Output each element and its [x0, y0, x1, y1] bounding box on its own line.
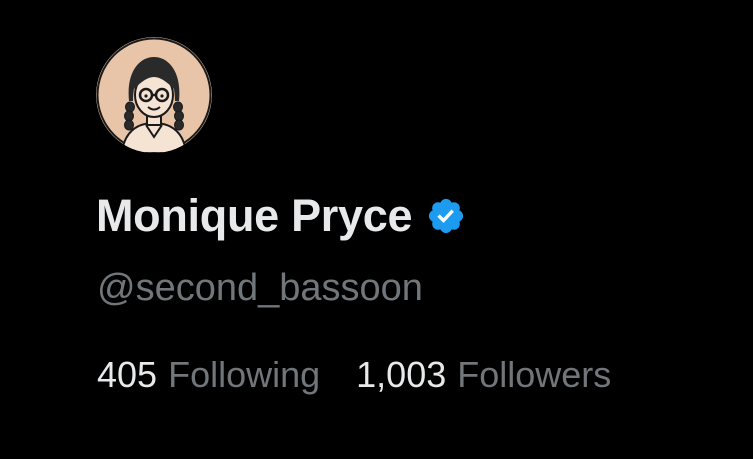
avatar[interactable] [96, 37, 212, 153]
followers-label: Followers [457, 354, 612, 395]
display-name: Monique Pryce [96, 190, 413, 241]
avatar-illustration-icon [96, 37, 212, 153]
followers-link[interactable]: 1,003 Followers [356, 350, 611, 400]
following-label: Following [168, 354, 321, 395]
name-row: Monique Pryce [96, 186, 466, 246]
profile-card: Monique Pryce @second_bassoon 405 Follow… [0, 0, 753, 459]
following-count: 405 [97, 354, 158, 395]
follow-stats: 405 Following 1,003 Followers [97, 350, 611, 400]
following-link[interactable]: 405 Following [97, 350, 320, 400]
user-handle: @second_bassoon [97, 267, 423, 309]
followers-count: 1,003 [356, 354, 447, 395]
verified-badge-icon[interactable] [426, 196, 466, 236]
